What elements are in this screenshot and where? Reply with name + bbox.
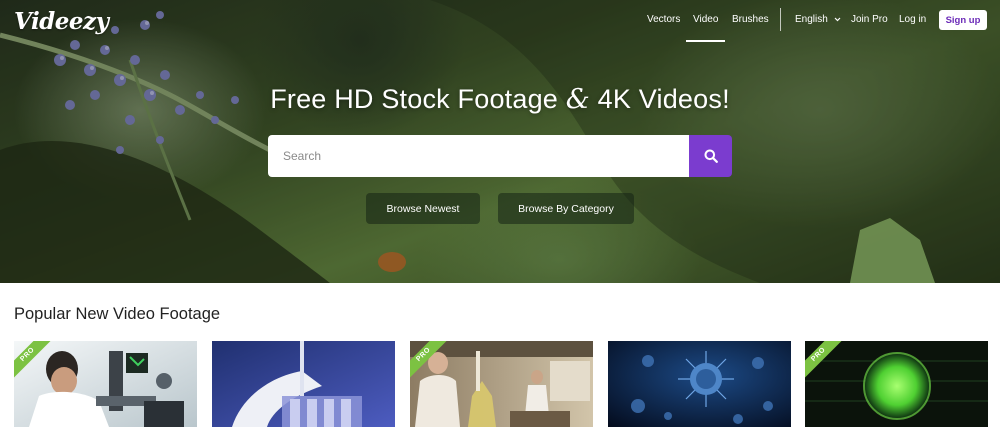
video-thumbnail[interactable]: PRO bbox=[410, 341, 593, 427]
join-pro-link[interactable]: Join Pro bbox=[851, 14, 888, 25]
search-button[interactable] bbox=[689, 135, 732, 177]
video-thumbnail[interactable] bbox=[608, 341, 791, 427]
thumbnail-image bbox=[608, 341, 791, 427]
pro-badge-label: PRO bbox=[410, 341, 449, 380]
thumbnail-image bbox=[212, 341, 395, 427]
hero-title-part2: 4K Videos! bbox=[589, 84, 730, 114]
language-selector[interactable]: English bbox=[795, 14, 841, 25]
login-link[interactable]: Log in bbox=[899, 14, 926, 25]
section-title: Popular New Video Footage bbox=[14, 305, 221, 323]
nav-brushes[interactable]: Brushes bbox=[732, 14, 769, 25]
pro-badge-label: PRO bbox=[805, 341, 844, 380]
nav-vectors[interactable]: Vectors bbox=[647, 14, 680, 25]
nav-video[interactable]: Video bbox=[693, 14, 718, 25]
video-thumbnail[interactable]: PRO bbox=[14, 341, 197, 427]
chevron-down-icon bbox=[834, 17, 841, 22]
search-input[interactable] bbox=[268, 135, 689, 177]
hero-title-amp: & bbox=[565, 84, 590, 115]
pro-badge: PRO bbox=[14, 341, 54, 381]
signup-button[interactable]: Sign up bbox=[939, 10, 987, 30]
hero-title-part1: Free HD Stock Footage bbox=[270, 84, 566, 114]
video-thumbnail[interactable]: PRO bbox=[805, 341, 988, 427]
nav-active-indicator bbox=[686, 40, 725, 42]
pro-badge: PRO bbox=[805, 341, 845, 381]
pro-badge-label: PRO bbox=[14, 341, 53, 380]
hero-title: Free HD Stock Footage & 4K Videos! bbox=[0, 84, 1000, 115]
pro-badge: PRO bbox=[410, 341, 450, 381]
browse-category-button[interactable]: Browse By Category bbox=[498, 193, 634, 224]
search-icon bbox=[704, 149, 718, 163]
browse-newest-button[interactable]: Browse Newest bbox=[366, 193, 480, 224]
video-thumbnail[interactable] bbox=[212, 341, 395, 427]
videezy-logo[interactable]: Videezy bbox=[14, 8, 109, 35]
language-label: English bbox=[795, 14, 828, 25]
nav-divider bbox=[780, 8, 781, 31]
